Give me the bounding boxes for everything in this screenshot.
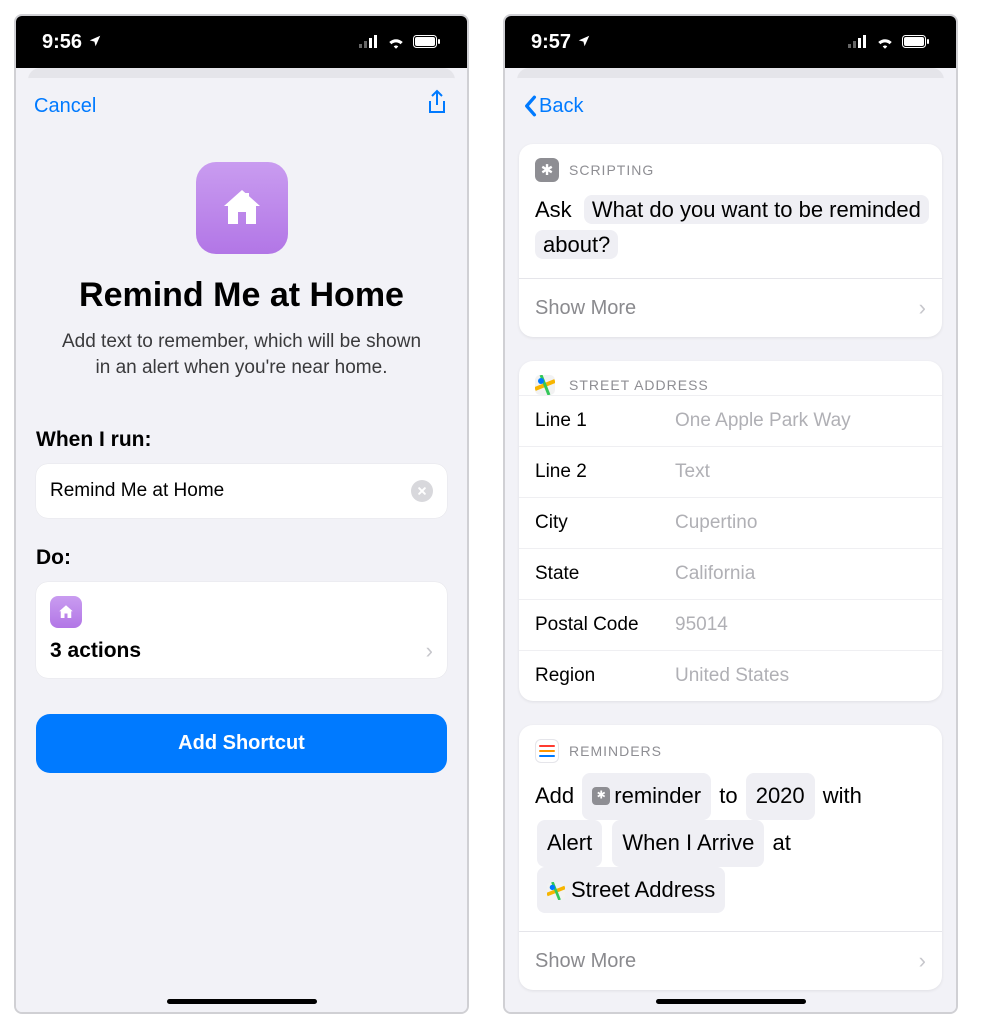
when-i-run-label: When I run: xyxy=(36,428,447,452)
location-icon xyxy=(577,31,591,54)
ask-word: Ask xyxy=(535,197,572,222)
scripting-action-card[interactable]: ✱ SCRIPTING Ask What do you want to be r… xyxy=(519,144,942,337)
address-field-row[interactable]: Line 2 Text xyxy=(519,446,942,497)
word-to: to xyxy=(719,783,737,808)
gear-icon xyxy=(592,787,610,805)
alert-token[interactable]: Alert xyxy=(537,820,602,867)
add-shortcut-button[interactable]: Add Shortcut xyxy=(36,714,447,773)
status-icons xyxy=(359,35,441,49)
home-indicator[interactable] xyxy=(656,999,806,1004)
actions-icon xyxy=(50,596,82,628)
reminders-header: REMINDERS xyxy=(569,743,662,759)
street-address-card[interactable]: STREET ADDRESS Line 1 One Apple Park Way… xyxy=(519,361,942,701)
back-label: Back xyxy=(539,95,583,118)
cancel-label: Cancel xyxy=(34,95,96,118)
reminders-body: Add reminder to 2020 with Alert When I A… xyxy=(519,763,942,931)
when-arrive-token[interactable]: When I Arrive xyxy=(612,820,764,867)
address-field-row[interactable]: Postal Code 95014 xyxy=(519,599,942,650)
ask-question-token[interactable]: What do you want to be reminded about? xyxy=(535,195,929,259)
wifi-icon xyxy=(387,35,405,49)
word-with: with xyxy=(823,783,862,808)
share-button[interactable] xyxy=(425,89,449,123)
chevron-right-icon: › xyxy=(919,948,926,974)
battery-icon xyxy=(413,35,441,49)
share-icon xyxy=(425,89,449,117)
field-label: Region xyxy=(535,665,675,687)
status-time: 9:57 xyxy=(531,31,571,54)
reminder-token[interactable]: reminder xyxy=(582,773,711,820)
show-more-button[interactable]: Show More › xyxy=(519,279,942,337)
show-more-label: Show More xyxy=(535,297,636,320)
address-header: STREET ADDRESS xyxy=(569,377,709,393)
field-label: Line 1 xyxy=(535,410,675,432)
maps-icon xyxy=(547,873,567,893)
chevron-left-icon xyxy=(523,95,537,117)
do-label: Do: xyxy=(36,546,447,570)
cancel-button[interactable]: Cancel xyxy=(34,95,96,118)
home-icon xyxy=(218,184,266,232)
word-add: Add xyxy=(535,783,574,808)
field-label: State xyxy=(535,563,675,585)
gear-icon: ✱ xyxy=(535,158,559,182)
shortcut-app-icon xyxy=(196,162,288,254)
actions-count: 3 actions xyxy=(50,639,141,663)
clear-button[interactable] xyxy=(411,480,433,502)
field-placeholder: United States xyxy=(675,665,789,687)
location-icon xyxy=(88,31,102,54)
shortcut-name-card: Remind Me at Home xyxy=(36,464,447,518)
home-icon xyxy=(57,603,75,621)
street-address-token[interactable]: Street Address xyxy=(537,867,725,914)
reminders-icon xyxy=(535,739,559,763)
add-shortcut-label: Add Shortcut xyxy=(178,732,305,754)
show-more-button[interactable]: Show More › xyxy=(519,932,942,990)
field-placeholder: Cupertino xyxy=(675,512,757,534)
field-label: Postal Code xyxy=(535,614,675,636)
ask-action-body: Ask What do you want to be reminded abou… xyxy=(519,182,942,278)
phone-left: 9:56 Cancel xyxy=(14,14,469,1014)
field-placeholder: 95014 xyxy=(675,614,728,636)
status-bar: 9:57 xyxy=(505,16,956,68)
address-field-row[interactable]: Line 1 One Apple Park Way xyxy=(519,395,942,446)
address-field-row[interactable]: Region United States xyxy=(519,650,942,701)
word-at: at xyxy=(773,830,791,855)
maps-icon xyxy=(535,375,555,395)
field-placeholder: Text xyxy=(675,461,710,483)
field-label: City xyxy=(535,512,675,534)
list-token[interactable]: 2020 xyxy=(746,773,815,820)
status-time: 9:56 xyxy=(42,31,82,54)
actions-card[interactable]: 3 actions › xyxy=(36,582,447,678)
field-placeholder: One Apple Park Way xyxy=(675,410,851,432)
status-bar: 9:56 xyxy=(16,16,467,68)
reminders-action-card[interactable]: REMINDERS Add reminder to 2020 with Aler… xyxy=(519,725,942,990)
shortcut-name-input[interactable]: Remind Me at Home xyxy=(50,480,224,502)
cellular-icon xyxy=(359,35,379,49)
address-field-row[interactable]: City Cupertino xyxy=(519,497,942,548)
chevron-right-icon: › xyxy=(426,638,433,664)
show-more-label: Show More xyxy=(535,950,636,973)
scripting-header: SCRIPTING xyxy=(569,162,654,178)
chevron-right-icon: › xyxy=(919,295,926,321)
address-field-row[interactable]: State California xyxy=(519,548,942,599)
shortcut-title: Remind Me at Home xyxy=(36,276,447,315)
shortcut-subtitle: Add text to remember, which will be show… xyxy=(60,329,423,380)
back-button[interactable]: Back xyxy=(523,95,583,118)
field-placeholder: California xyxy=(675,563,755,585)
field-label: Line 2 xyxy=(535,461,675,483)
phone-right: 9:57 Back xyxy=(503,14,958,1014)
home-indicator[interactable] xyxy=(167,999,317,1004)
status-icons xyxy=(848,35,930,49)
